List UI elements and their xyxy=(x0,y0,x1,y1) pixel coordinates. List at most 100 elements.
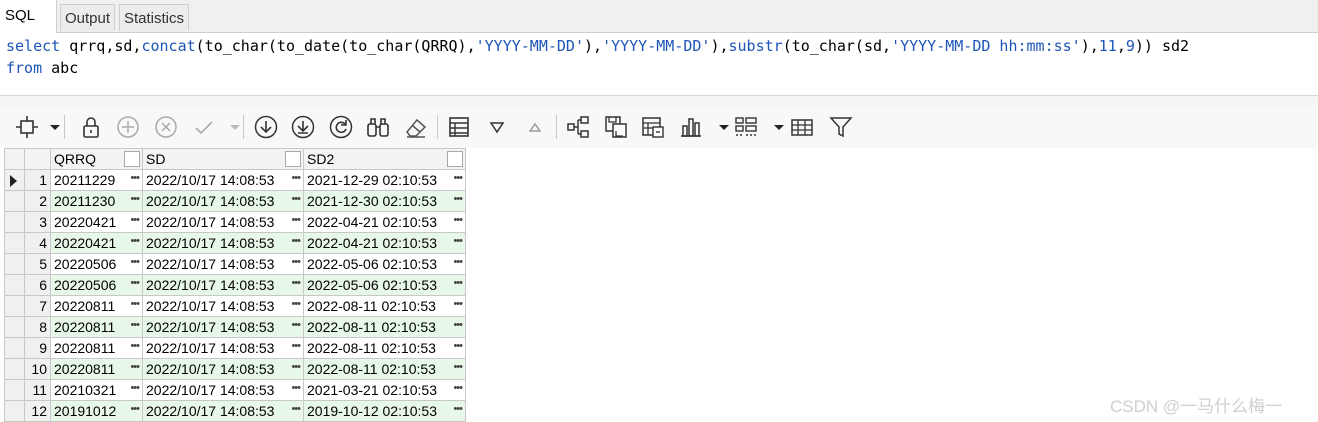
filter-icon[interactable] xyxy=(828,114,854,140)
cell-qrrq[interactable]: 20211229 ••• xyxy=(50,169,143,191)
row-indicator[interactable] xyxy=(4,169,25,191)
cell-editor-button[interactable]: ••• xyxy=(130,318,140,335)
row-indicator[interactable] xyxy=(4,316,25,338)
cell-qrrq[interactable]: 20220811 ••• xyxy=(50,337,143,359)
cell-editor-button[interactable]: ••• xyxy=(130,171,140,188)
post-changes-icon[interactable] xyxy=(191,114,217,140)
cell-sd2[interactable]: 2021-12-29 02:10:53 ••• xyxy=(303,169,466,191)
cell-qrrq[interactable]: 20211230 ••• xyxy=(50,190,143,212)
cell-sd2[interactable]: 2019-10-12 02:10:53 ••• xyxy=(303,400,466,422)
cell-editor-button[interactable]: ••• xyxy=(453,192,463,209)
dropdown-arrow-icon[interactable] xyxy=(222,114,240,140)
table-row[interactable]: 9 20220811 ••• 2022/10/17 14:08:53 ••• 2022-0… xyxy=(4,337,466,359)
row-indicator[interactable] xyxy=(4,358,25,380)
cell-editor-button[interactable]: ••• xyxy=(291,318,301,335)
cell-editor-button[interactable]: ••• xyxy=(453,255,463,272)
lock-icon[interactable] xyxy=(78,114,104,140)
row-indicator[interactable] xyxy=(4,190,25,212)
clear-icon[interactable] xyxy=(403,114,429,140)
cell-editor-button[interactable]: ••• xyxy=(291,255,301,272)
cell-sd[interactable]: 2022/10/17 14:08:53 ••• xyxy=(142,295,304,317)
cell-sd2[interactable]: 2022-08-11 02:10:53 ••• xyxy=(303,316,466,338)
sort-up-icon[interactable] xyxy=(522,114,548,140)
table-row[interactable]: 8 20220811 ••• 2022/10/17 14:08:53 ••• 2022-0… xyxy=(4,316,466,338)
tab-statistics[interactable]: Statistics xyxy=(119,4,190,31)
cell-qrrq[interactable]: 20220506 ••• xyxy=(50,253,143,275)
table-row[interactable]: 12 20191012 ••• 2022/10/17 14:08:53 ••• 2019-… xyxy=(4,400,466,422)
row-indicator[interactable] xyxy=(4,211,25,233)
query-by-example-icon[interactable] xyxy=(484,114,510,140)
fetch-next-page-icon[interactable] xyxy=(253,114,279,140)
save-icon[interactable] xyxy=(603,114,629,140)
cell-editor-button[interactable]: ••• xyxy=(453,402,463,419)
cell-editor-button[interactable]: ••• xyxy=(130,192,140,209)
column-filter-box[interactable] xyxy=(124,151,140,167)
column-header-sd[interactable]: SD xyxy=(142,148,304,170)
export-icon[interactable] xyxy=(565,114,591,140)
single-record-view-icon[interactable] xyxy=(446,114,472,140)
cell-editor-button[interactable]: ••• xyxy=(130,402,140,419)
cell-sd[interactable]: 2022/10/17 14:08:53 ••• xyxy=(142,379,304,401)
cell-sd[interactable]: 2022/10/17 14:08:53 ••• xyxy=(142,211,304,233)
cell-qrrq[interactable]: 20220506 ••• xyxy=(50,274,143,296)
cell-sd2[interactable]: 2022-08-11 02:10:53 ••• xyxy=(303,337,466,359)
cell-sd2[interactable]: 2022-08-11 02:10:53 ••• xyxy=(303,358,466,380)
row-indicator[interactable] xyxy=(4,337,25,359)
cell-sd2[interactable]: 2022-08-11 02:10:53 ••• xyxy=(303,295,466,317)
cell-sd[interactable]: 2022/10/17 14:08:53 ••• xyxy=(142,316,304,338)
tab-output[interactable]: Output xyxy=(60,4,116,31)
cell-editor-button[interactable]: ••• xyxy=(130,276,140,293)
sql-editor[interactable]: select qrrq,sd,concat(to_char(to_date(to… xyxy=(0,33,1318,96)
cell-sd[interactable]: 2022/10/17 14:08:53 ••• xyxy=(142,253,304,275)
dropdown-arrow-icon[interactable] xyxy=(711,114,729,140)
column-header-qrrq[interactable]: QRRQ xyxy=(50,148,143,170)
cell-sd2[interactable]: 2022-05-06 02:10:53 ••• xyxy=(303,253,466,275)
cell-editor-button[interactable]: ••• xyxy=(291,192,301,209)
cell-editor-button[interactable]: ••• xyxy=(453,297,463,314)
table-row[interactable]: 4 20220421 ••• 2022/10/17 14:08:53 ••• 2022-0… xyxy=(4,232,466,254)
cell-editor-button[interactable]: ••• xyxy=(291,171,301,188)
cell-sd2[interactable]: 2021-12-30 02:10:53 ••• xyxy=(303,190,466,212)
cell-sd[interactable]: 2022/10/17 14:08:53 ••• xyxy=(142,274,304,296)
cell-qrrq[interactable]: 20220811 ••• xyxy=(50,358,143,380)
table-row[interactable]: 6 20220506 ••• 2022/10/17 14:08:53 ••• 2022-0… xyxy=(4,274,466,296)
cell-sd[interactable]: 2022/10/17 14:08:53 ••• xyxy=(142,190,304,212)
cell-editor-button[interactable]: ••• xyxy=(453,171,463,188)
row-indicator[interactable] xyxy=(4,253,25,275)
cell-sd[interactable]: 2022/10/17 14:08:53 ••• xyxy=(142,232,304,254)
table-row[interactable]: 1 20211229 ••• 2022/10/17 14:08:53 ••• 2021-1… xyxy=(4,169,466,191)
cell-editor-button[interactable]: ••• xyxy=(291,213,301,230)
chart-icon[interactable] xyxy=(678,114,704,140)
cell-qrrq[interactable]: 20220811 ••• xyxy=(50,316,143,338)
tab-sql[interactable]: SQL xyxy=(0,0,57,33)
add-record-icon[interactable] xyxy=(115,114,141,140)
cell-sd2[interactable]: 2021-03-21 02:10:53 ••• xyxy=(303,379,466,401)
find-icon[interactable] xyxy=(365,114,391,140)
cell-editor-button[interactable]: ••• xyxy=(130,360,140,377)
cell-qrrq[interactable]: 20191012 ••• xyxy=(50,400,143,422)
cell-editor-button[interactable]: ••• xyxy=(130,213,140,230)
print-icon[interactable] xyxy=(640,114,666,140)
cell-qrrq[interactable]: 20220421 ••• xyxy=(50,232,143,254)
table-view-icon[interactable] xyxy=(789,114,815,140)
cell-sd2[interactable]: 2022-05-06 02:10:53 ••• xyxy=(303,274,466,296)
cell-editor-button[interactable]: ••• xyxy=(291,276,301,293)
cell-qrrq[interactable]: 20220811 ••• xyxy=(50,295,143,317)
table-row[interactable]: 11 20210321 ••• 2022/10/17 14:08:53 ••• 2021-… xyxy=(4,379,466,401)
row-indicator[interactable] xyxy=(4,295,25,317)
cell-editor-button[interactable]: ••• xyxy=(291,297,301,314)
cell-editor-button[interactable]: ••• xyxy=(453,318,463,335)
refresh-icon[interactable] xyxy=(328,114,354,140)
row-indicator[interactable] xyxy=(4,379,25,401)
cell-sd[interactable]: 2022/10/17 14:08:53 ••• xyxy=(142,169,304,191)
column-filter-box[interactable] xyxy=(447,151,463,167)
dropdown-arrow-icon[interactable] xyxy=(766,114,784,140)
cell-editor-button[interactable]: ••• xyxy=(291,339,301,356)
cell-editor-button[interactable]: ••• xyxy=(130,381,140,398)
table-row[interactable]: 5 20220506 ••• 2022/10/17 14:08:53 ••• 2022-0… xyxy=(4,253,466,275)
column-header-sd2[interactable]: SD2 xyxy=(303,148,466,170)
row-indicator[interactable] xyxy=(4,274,25,296)
table-row[interactable]: 7 20220811 ••• 2022/10/17 14:08:53 ••• 2022-0… xyxy=(4,295,466,317)
cell-sd2[interactable]: 2022-04-21 02:10:53 ••• xyxy=(303,232,466,254)
cell-editor-button[interactable]: ••• xyxy=(291,381,301,398)
